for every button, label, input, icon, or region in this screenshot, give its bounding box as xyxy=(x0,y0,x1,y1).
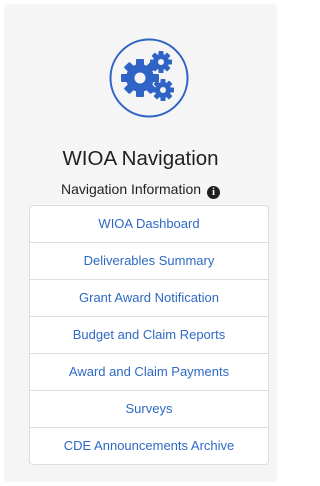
info-icon[interactable]: i xyxy=(207,186,221,199)
nav-item-award-and-claim-payments[interactable]: Award and Claim Payments xyxy=(30,354,268,391)
page-title: WIOA Navigation xyxy=(62,147,219,170)
nav-item-deliverables-summary[interactable]: Deliverables Summary xyxy=(30,243,268,280)
gears-icon xyxy=(109,38,189,118)
navigation-information-label: Navigation Information xyxy=(60,181,202,197)
nav-item-wioa-dashboard[interactable]: WIOA Dashboard xyxy=(30,206,268,243)
nav-item-budget-and-claim-reports[interactable]: Budget and Claim Reports xyxy=(30,317,268,354)
nav-list: WIOA Dashboard Deliverables Summary Gran… xyxy=(29,205,269,465)
nav-item-surveys[interactable]: Surveys xyxy=(30,391,268,428)
nav-item-cde-announcements-archive[interactable]: CDE Announcements Archive xyxy=(30,428,268,464)
nav-item-grant-award-notification[interactable]: Grant Award Notification xyxy=(30,280,268,317)
navigation-information: Navigation Information i xyxy=(4,180,277,199)
navigation-panel: WIOA Navigation Navigation Information i … xyxy=(4,4,277,482)
